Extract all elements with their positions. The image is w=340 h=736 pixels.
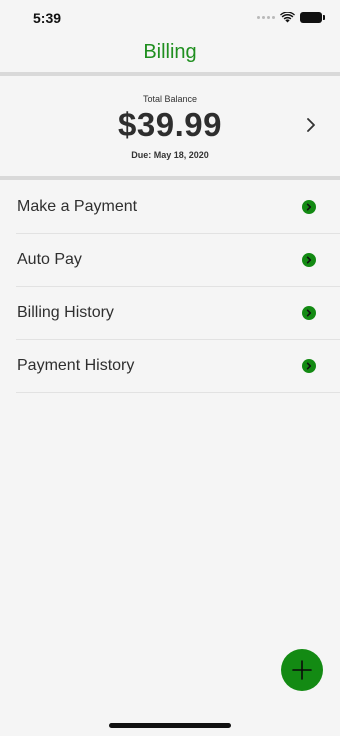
menu-item-label: Make a Payment (17, 198, 138, 215)
arrow-circle-right-icon (302, 253, 316, 267)
home-indicator[interactable] (109, 723, 231, 728)
arrow-circle-right-icon (302, 306, 316, 320)
menu-item-label: Billing History (17, 304, 114, 321)
page-title: Billing (143, 41, 197, 63)
menu-item-label: Auto Pay (17, 251, 82, 268)
balance-divider (0, 176, 340, 180)
menu-item-label: Payment History (17, 357, 135, 374)
status-icons (257, 12, 325, 23)
status-bar: 5:39 (0, 0, 340, 38)
balance-due-date: Due: May 18, 2020 (131, 150, 209, 160)
menu-item-auto-pay[interactable]: Auto Pay (16, 234, 340, 287)
menu-item-make-payment[interactable]: Make a Payment (16, 181, 340, 234)
add-button[interactable] (281, 649, 323, 691)
battery-icon (300, 12, 325, 23)
chevron-right-icon[interactable] (304, 116, 318, 134)
arrow-circle-right-icon (302, 359, 316, 373)
total-balance-card[interactable]: Total Balance $39.99 Due: May 18, 2020 (0, 76, 340, 176)
plus-icon (292, 660, 312, 680)
wifi-icon (280, 12, 295, 23)
status-time: 5:39 (33, 10, 62, 26)
balance-amount: $39.99 (118, 106, 222, 143)
nav-header: Billing (0, 38, 340, 72)
menu-item-payment-history[interactable]: Payment History (16, 340, 340, 393)
cellular-signal-icon (257, 16, 275, 19)
billing-screen: 5:39 Billing Total Balance $39.99 Due: M… (0, 0, 340, 736)
billing-menu-list: Make a Payment Auto Pay Billing History … (0, 181, 340, 393)
balance-label: Total Balance (142, 94, 198, 104)
menu-item-billing-history[interactable]: Billing History (16, 287, 340, 340)
arrow-circle-right-icon (302, 200, 316, 214)
